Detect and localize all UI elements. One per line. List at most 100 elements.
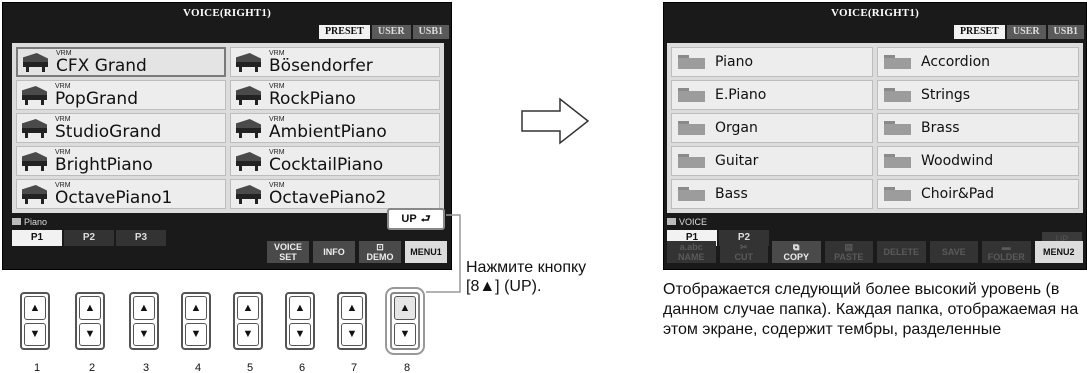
- folder-item-brass[interactable]: Brass: [877, 113, 1079, 143]
- folder-icon: [678, 55, 705, 69]
- hw-number-8: 8: [403, 362, 411, 373]
- paste-label: PASTE: [834, 252, 864, 262]
- folder-icon: [678, 154, 705, 168]
- instruction-line-1: Нажмите кнопку: [466, 259, 587, 276]
- delete-label: DELETE: [883, 247, 919, 257]
- voice-name: AmbientPiano: [269, 121, 387, 142]
- demo-button[interactable]: ⊡ DEMO: [359, 241, 401, 263]
- paste-button[interactable]: ▤ PASTE: [824, 241, 873, 263]
- tab-user[interactable]: USER: [371, 25, 411, 39]
- tab-usb1[interactable]: USB1: [412, 25, 449, 39]
- copy-label: COPY: [783, 252, 809, 262]
- save-button[interactable]: SAVE: [929, 241, 978, 263]
- function-buttons: VOICE SET INFO ⊡ DEMO MENU1: [267, 241, 447, 263]
- hw-down-2[interactable]: ▼: [79, 322, 101, 346]
- tab-p3[interactable]: P3: [116, 230, 166, 246]
- folder-name: Organ: [715, 120, 758, 136]
- demo-icon: ⊡: [376, 242, 384, 252]
- folder-name: Strings: [921, 87, 971, 103]
- hw-up-2[interactable]: ▲: [79, 296, 101, 320]
- new-folder-icon: ▬: [1001, 242, 1011, 252]
- hw-down-3[interactable]: ▼: [133, 322, 155, 346]
- hw-up-3[interactable]: ▲: [133, 296, 155, 320]
- folder-label: FOLDER: [987, 252, 1025, 262]
- folder-item-organ[interactable]: Organ: [671, 113, 873, 143]
- folder-name: Bass: [715, 186, 748, 202]
- up-button[interactable]: UP ⮐: [387, 208, 445, 230]
- hw-down-5[interactable]: ▼: [237, 322, 259, 346]
- voice-name: Bösendorfer: [269, 55, 373, 76]
- voice-item-octavepiano2[interactable]: VRM OctavePiano2: [230, 179, 440, 209]
- tab-preset[interactable]: PRESET: [318, 25, 370, 39]
- hw-down-7[interactable]: ▼: [341, 322, 363, 346]
- name-label: NAME: [678, 252, 705, 262]
- hw-button-8: ▲ ▼: [390, 292, 420, 350]
- voice-item-bosendorfer[interactable]: VRM Bösendorfer: [230, 47, 440, 77]
- tab-usb1[interactable]: USB1: [1047, 25, 1084, 39]
- tab-preset[interactable]: PRESET: [953, 25, 1005, 39]
- voice-item-rockpiano[interactable]: VRM RockPiano: [230, 80, 440, 110]
- tab-user[interactable]: USER: [1006, 25, 1046, 39]
- info-label: INFO: [323, 247, 345, 257]
- hw-up-7[interactable]: ▲: [341, 296, 363, 320]
- folder-item-accordion[interactable]: Accordion: [877, 47, 1079, 77]
- bank-tabs: PRESET USER USB1: [953, 25, 1084, 39]
- hw-up-8[interactable]: ▲: [394, 296, 416, 320]
- hw-number-1: 1: [33, 362, 41, 373]
- hw-down-1[interactable]: ▼: [24, 322, 46, 346]
- hw-number-3: 3: [142, 362, 150, 373]
- right-arrow-icon: [521, 97, 590, 145]
- folder-name: Piano: [715, 54, 754, 70]
- delete-button[interactable]: DELETE: [877, 241, 926, 263]
- hw-down-6[interactable]: ▼: [289, 322, 311, 346]
- hw-number-6: 6: [298, 362, 306, 373]
- cut-button[interactable]: ✂ CUT: [719, 241, 768, 263]
- folder-name: Woodwind: [921, 153, 994, 169]
- tab-p1[interactable]: P1: [12, 230, 62, 246]
- folder-item-guitar[interactable]: Guitar: [671, 146, 873, 176]
- hw-up-1[interactable]: ▲: [24, 296, 46, 320]
- folder-item-epiano[interactable]: E.Piano: [671, 80, 873, 110]
- folder-path-label: Piano: [24, 216, 48, 227]
- voice-name: CocktailPiano: [269, 154, 384, 175]
- voice-item-octavepiano1[interactable]: VRM OctavePiano1: [16, 179, 226, 209]
- folder-item-woodwind[interactable]: Woodwind: [877, 146, 1079, 176]
- hw-down-4[interactable]: ▼: [185, 322, 207, 346]
- folder-icon: [667, 218, 676, 225]
- voice-item-cocktailpiano[interactable]: VRM CocktailPiano: [230, 146, 440, 176]
- name-button[interactable]: a.abc NAME: [667, 241, 716, 263]
- voice-item-studiogrand[interactable]: VRM StudioGrand: [16, 113, 226, 143]
- hardware-button-row: ▲ ▼ ▲ ▼ ▲ ▼ ▲ ▼ ▲ ▼ ▲ ▼ ▲ ▼ ▲ ▼: [0, 292, 430, 352]
- voice-set-line2: SET: [279, 252, 297, 262]
- tab-p2[interactable]: P2: [64, 230, 114, 246]
- folder-icon: [884, 154, 911, 168]
- folder-item-piano[interactable]: Piano: [671, 47, 873, 77]
- hw-button-3: ▲ ▼: [129, 292, 159, 350]
- folder-item-strings[interactable]: Strings: [877, 80, 1079, 110]
- voice-item-cfx-grand[interactable]: VRM CFX Grand: [16, 47, 226, 77]
- copy-button[interactable]: ⧉ COPY: [772, 241, 821, 263]
- voice-name: RockPiano: [269, 88, 356, 109]
- scissors-icon: ✂: [739, 242, 748, 252]
- voice-item-popgrand[interactable]: VRM PopGrand: [16, 80, 226, 110]
- menu1-button[interactable]: MENU1: [405, 241, 447, 263]
- voice-item-brightpiano[interactable]: VRM BrightPiano: [16, 146, 226, 176]
- info-button[interactable]: INFO: [313, 241, 355, 263]
- hw-down-8[interactable]: ▼: [394, 322, 416, 346]
- voice-item-ambientpiano[interactable]: VRM AmbientPiano: [230, 113, 440, 143]
- hw-number-5: 5: [246, 362, 254, 373]
- hw-up-5[interactable]: ▲: [237, 296, 259, 320]
- folder-name: Choir&Pad: [921, 186, 995, 202]
- menu2-button[interactable]: MENU2: [1034, 241, 1083, 263]
- voice-set-button[interactable]: VOICE SET: [267, 241, 309, 263]
- folder-path-label: VOICE: [679, 216, 708, 227]
- folder-list: Piano Accordion E.Piano Strings Organ Br…: [667, 43, 1083, 213]
- folder-item-bass[interactable]: Bass: [671, 179, 873, 209]
- voice-name: StudioGrand: [55, 121, 162, 142]
- hw-up-6[interactable]: ▲: [289, 296, 311, 320]
- folder-item-choir-pad[interactable]: Choir&Pad: [877, 179, 1079, 209]
- hw-up-4[interactable]: ▲: [185, 296, 207, 320]
- voice-screen-folders: VOICE(RIGHT1) PRESET USER USB1 Piano Acc…: [663, 2, 1087, 270]
- folder-button[interactable]: ▬ FOLDER: [982, 241, 1031, 263]
- hw-button-1: ▲ ▼: [20, 292, 50, 350]
